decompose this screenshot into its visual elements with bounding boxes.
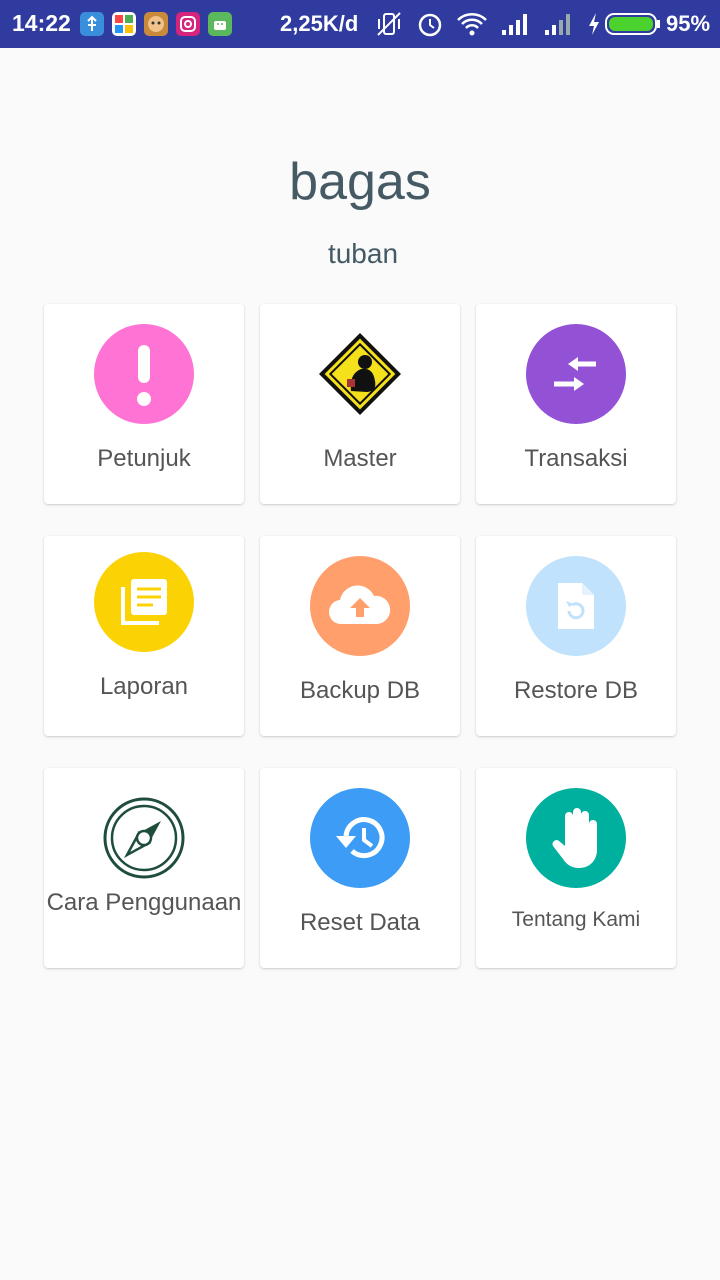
menu-label: Master [323, 445, 397, 472]
menu-label: Restore DB [513, 677, 639, 704]
usb-icon [80, 12, 104, 36]
history-icon [310, 788, 410, 888]
report-document-icon [94, 552, 194, 652]
menu-label: Laporan [99, 673, 189, 700]
menu-card-laporan[interactable]: Laporan [44, 536, 244, 736]
compass-icon [94, 788, 194, 888]
menu-card-restore-db[interactable]: Restore DB [476, 536, 676, 736]
network-speed: 2,25K/d [280, 11, 359, 36]
menu-label: Cara Penggunaan [46, 889, 242, 916]
file-restore-icon [526, 556, 626, 656]
menu-label: Petunjuk [97, 445, 191, 472]
menu-label: Tentang Kami [511, 908, 641, 931]
battery-icon [605, 13, 661, 40]
warning-sign-icon [310, 324, 410, 424]
alarm-icon [416, 10, 444, 43]
transfer-arrows-icon [526, 324, 626, 424]
android-icon [208, 12, 232, 36]
exclamation-icon [94, 324, 194, 424]
instagram-icon [176, 12, 200, 36]
app-icon [112, 12, 136, 36]
menu-card-master[interactable]: Master [260, 304, 460, 504]
vibrate-icon [374, 10, 404, 43]
menu-card-transaksi[interactable]: Transaksi [476, 304, 676, 504]
menu-label: Transaksi [524, 445, 628, 472]
menu-card-petunjuk[interactable]: Petunjuk [44, 304, 244, 504]
game-icon [144, 12, 168, 36]
cloud-upload-icon [310, 556, 410, 656]
page-title: bagas [289, 153, 431, 211]
menu-label: Reset Data [299, 909, 421, 936]
battery-percent: 95% [666, 11, 711, 36]
menu-card-tentang-kami[interactable]: Tentang Kami [476, 768, 676, 968]
charging-icon [586, 10, 602, 43]
wifi-icon [455, 10, 489, 43]
status-bar: 14:22 2,25K/d 95% [0, 0, 720, 48]
page-subtitle: tuban [327, 238, 399, 269]
menu-card-backup-db[interactable]: Backup DB [260, 536, 460, 736]
menu-card-cara-penggunaan[interactable]: Cara Penggunaan [44, 768, 244, 968]
signal-icon [500, 10, 532, 43]
status-time: 14:22 [12, 10, 71, 36]
menu-card-reset-data[interactable]: Reset Data [260, 768, 460, 968]
hand-icon [526, 788, 626, 888]
menu-label: Backup DB [299, 677, 421, 704]
signal-icon [543, 10, 575, 43]
